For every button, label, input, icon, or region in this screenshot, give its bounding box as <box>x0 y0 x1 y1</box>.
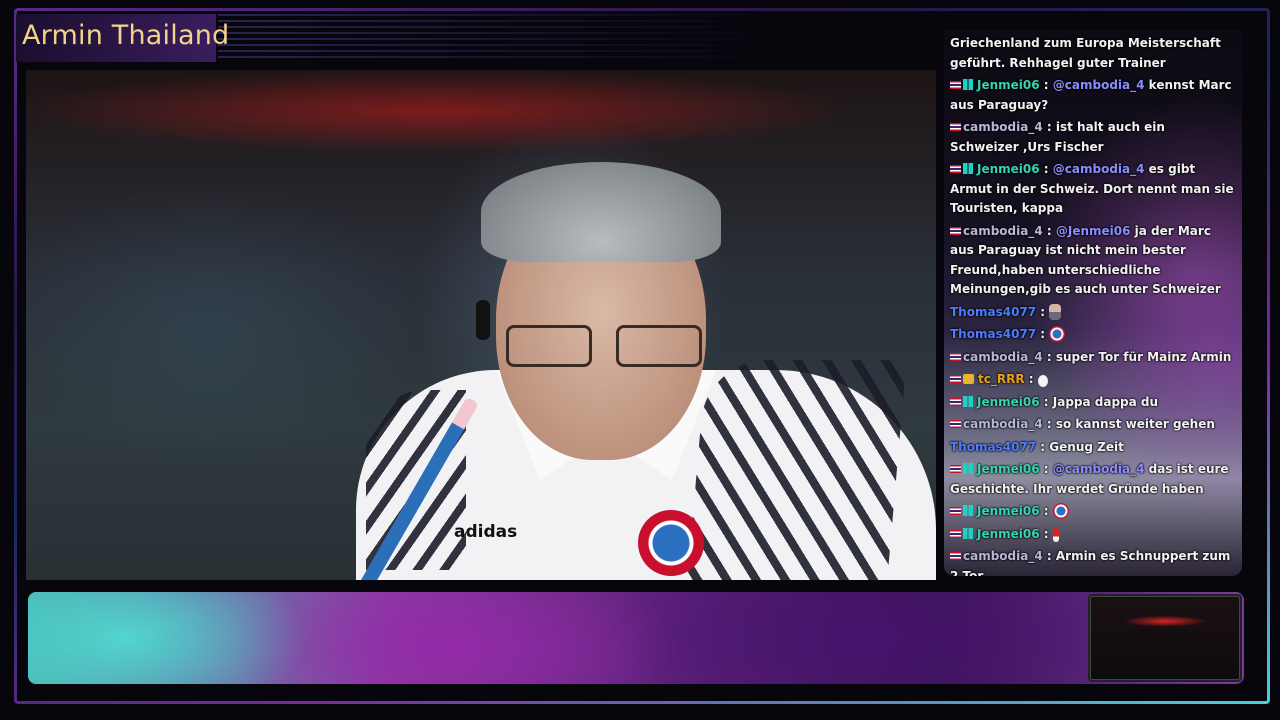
chat-message: Jenmei06 : @cambodia_4 kennst Marc aus P… <box>950 78 1232 112</box>
chat-username[interactable]: Jenmei06 <box>977 504 1040 518</box>
chat-message: Jenmei06 : Jappa dappa du <box>950 393 1236 413</box>
chat-panel[interactable]: Griechenland zum Europa Meisterschaft ge… <box>944 30 1242 576</box>
chat-message: Jenmei06 : @cambodia_4 es gibt Armut in … <box>950 162 1234 215</box>
glasses <box>506 325 702 369</box>
thailand-flag-icon <box>950 420 961 428</box>
subscriber-badge-icon <box>963 395 973 407</box>
chat-message: cambodia_4 : @Jenmei06 ja der Marc aus P… <box>950 223 1221 296</box>
thailand-flag-icon <box>950 123 961 131</box>
thailand-flag-icon <box>950 375 961 383</box>
thailand-flag-icon <box>950 226 961 235</box>
chat-username[interactable]: Jenmei06 <box>977 527 1040 541</box>
webcam-video[interactable]: adidas <box>26 70 936 580</box>
secondary-camera <box>1088 594 1242 682</box>
chat-message: Jenmei06 : <box>950 502 1236 522</box>
channel-title: Armin Thailand <box>22 20 230 51</box>
chat-messages: Griechenland zum Europa Meisterschaft ge… <box>950 34 1236 576</box>
subscriber-badge-icon <box>963 79 973 90</box>
streamer-hair <box>481 162 721 262</box>
chat-message: cambodia_4 : Armin es Schnuppert zum 2 T… <box>950 547 1236 576</box>
gold-badge-icon <box>963 374 974 384</box>
chat-text: super Tor für Mainz Armin <box>1055 349 1232 364</box>
chat-username[interactable]: Jenmei06 <box>977 462 1040 476</box>
chat-username[interactable]: cambodia_4 <box>963 224 1043 238</box>
chat-mention[interactable]: @cambodia_4 <box>1053 78 1145 92</box>
chat-username[interactable]: cambodia_4 <box>963 350 1043 364</box>
chat-username[interactable]: Thomas4077 <box>950 440 1036 454</box>
chat-mention[interactable]: @cambodia_4 <box>1053 162 1145 176</box>
chat-message: cambodia_4 : super Tor für Mainz Armin <box>950 348 1236 368</box>
thailand-flag-icon <box>950 552 961 560</box>
headset-mic <box>476 300 490 340</box>
fcb-emote-icon <box>1049 326 1066 342</box>
person-emote-icon <box>1049 303 1062 320</box>
decorative-lines <box>218 10 778 58</box>
chat-message: Griechenland zum Europa Meisterschaft ge… <box>950 34 1236 73</box>
subscriber-badge-icon <box>963 163 973 174</box>
chat-username[interactable]: Thomas4077 <box>950 327 1036 341</box>
chat-username[interactable]: Jenmei06 <box>977 395 1040 409</box>
chat-message: Thomas4077 : Genug Zeit <box>950 439 1124 454</box>
bottom-banner <box>28 592 1244 684</box>
chat-message: Jenmei06 : <box>950 525 1236 545</box>
thailand-flag-icon <box>950 397 961 406</box>
thailand-flag-icon <box>950 465 961 473</box>
fcb-emote-icon <box>1052 503 1069 519</box>
chat-username[interactable]: tc_RRR <box>978 372 1025 386</box>
chat-message: tc_RRR : <box>950 370 1236 390</box>
chat-username[interactable]: Thomas4077 <box>950 305 1036 319</box>
thailand-flag-icon <box>950 165 961 173</box>
chat-text: Genug Zeit <box>1049 439 1124 454</box>
thailand-flag-icon <box>950 507 961 515</box>
chat-username[interactable]: Jenmei06 <box>977 78 1040 92</box>
chat-username[interactable]: cambodia_4 <box>963 549 1043 563</box>
chat-text: so kannst weiter gehen <box>1055 417 1215 431</box>
thailand-flag-icon <box>950 529 961 538</box>
chat-username[interactable]: Jenmei06 <box>977 162 1040 176</box>
chat-mention[interactable]: @cambodia_4 <box>1053 462 1145 476</box>
shirt-stripes-right <box>685 360 907 580</box>
subscriber-badge-icon <box>963 463 973 474</box>
chat-message: Thomas4077 : <box>950 303 1236 323</box>
chat-text: Griechenland zum Europa Meisterschaft ge… <box>950 36 1221 70</box>
chat-message: Thomas4077 : <box>950 325 1236 345</box>
red-emote-icon <box>1052 527 1059 542</box>
chat-mention[interactable]: @Jenmei06 <box>1056 224 1131 238</box>
chat-username[interactable]: cambodia_4 <box>963 417 1043 431</box>
chat-text: Jappa dappa du <box>1052 394 1159 409</box>
white-emote-icon <box>1037 375 1048 387</box>
thailand-flag-icon <box>950 352 961 361</box>
subscriber-badge-icon <box>963 527 973 539</box>
fc-bayern-crest-icon <box>638 510 704 576</box>
chat-username[interactable]: cambodia_4 <box>963 120 1043 134</box>
chat-message: cambodia_4 : so kannst weiter gehen <box>950 415 1236 435</box>
chat-message: Jenmei06 : @cambodia_4 das ist eure Gesc… <box>950 462 1229 496</box>
chat-message: cambodia_4 : ist halt auch ein Schweizer… <box>950 120 1165 154</box>
subscriber-badge-icon <box>963 505 973 516</box>
adidas-logo: adidas <box>454 522 518 542</box>
thailand-flag-icon <box>950 81 961 89</box>
